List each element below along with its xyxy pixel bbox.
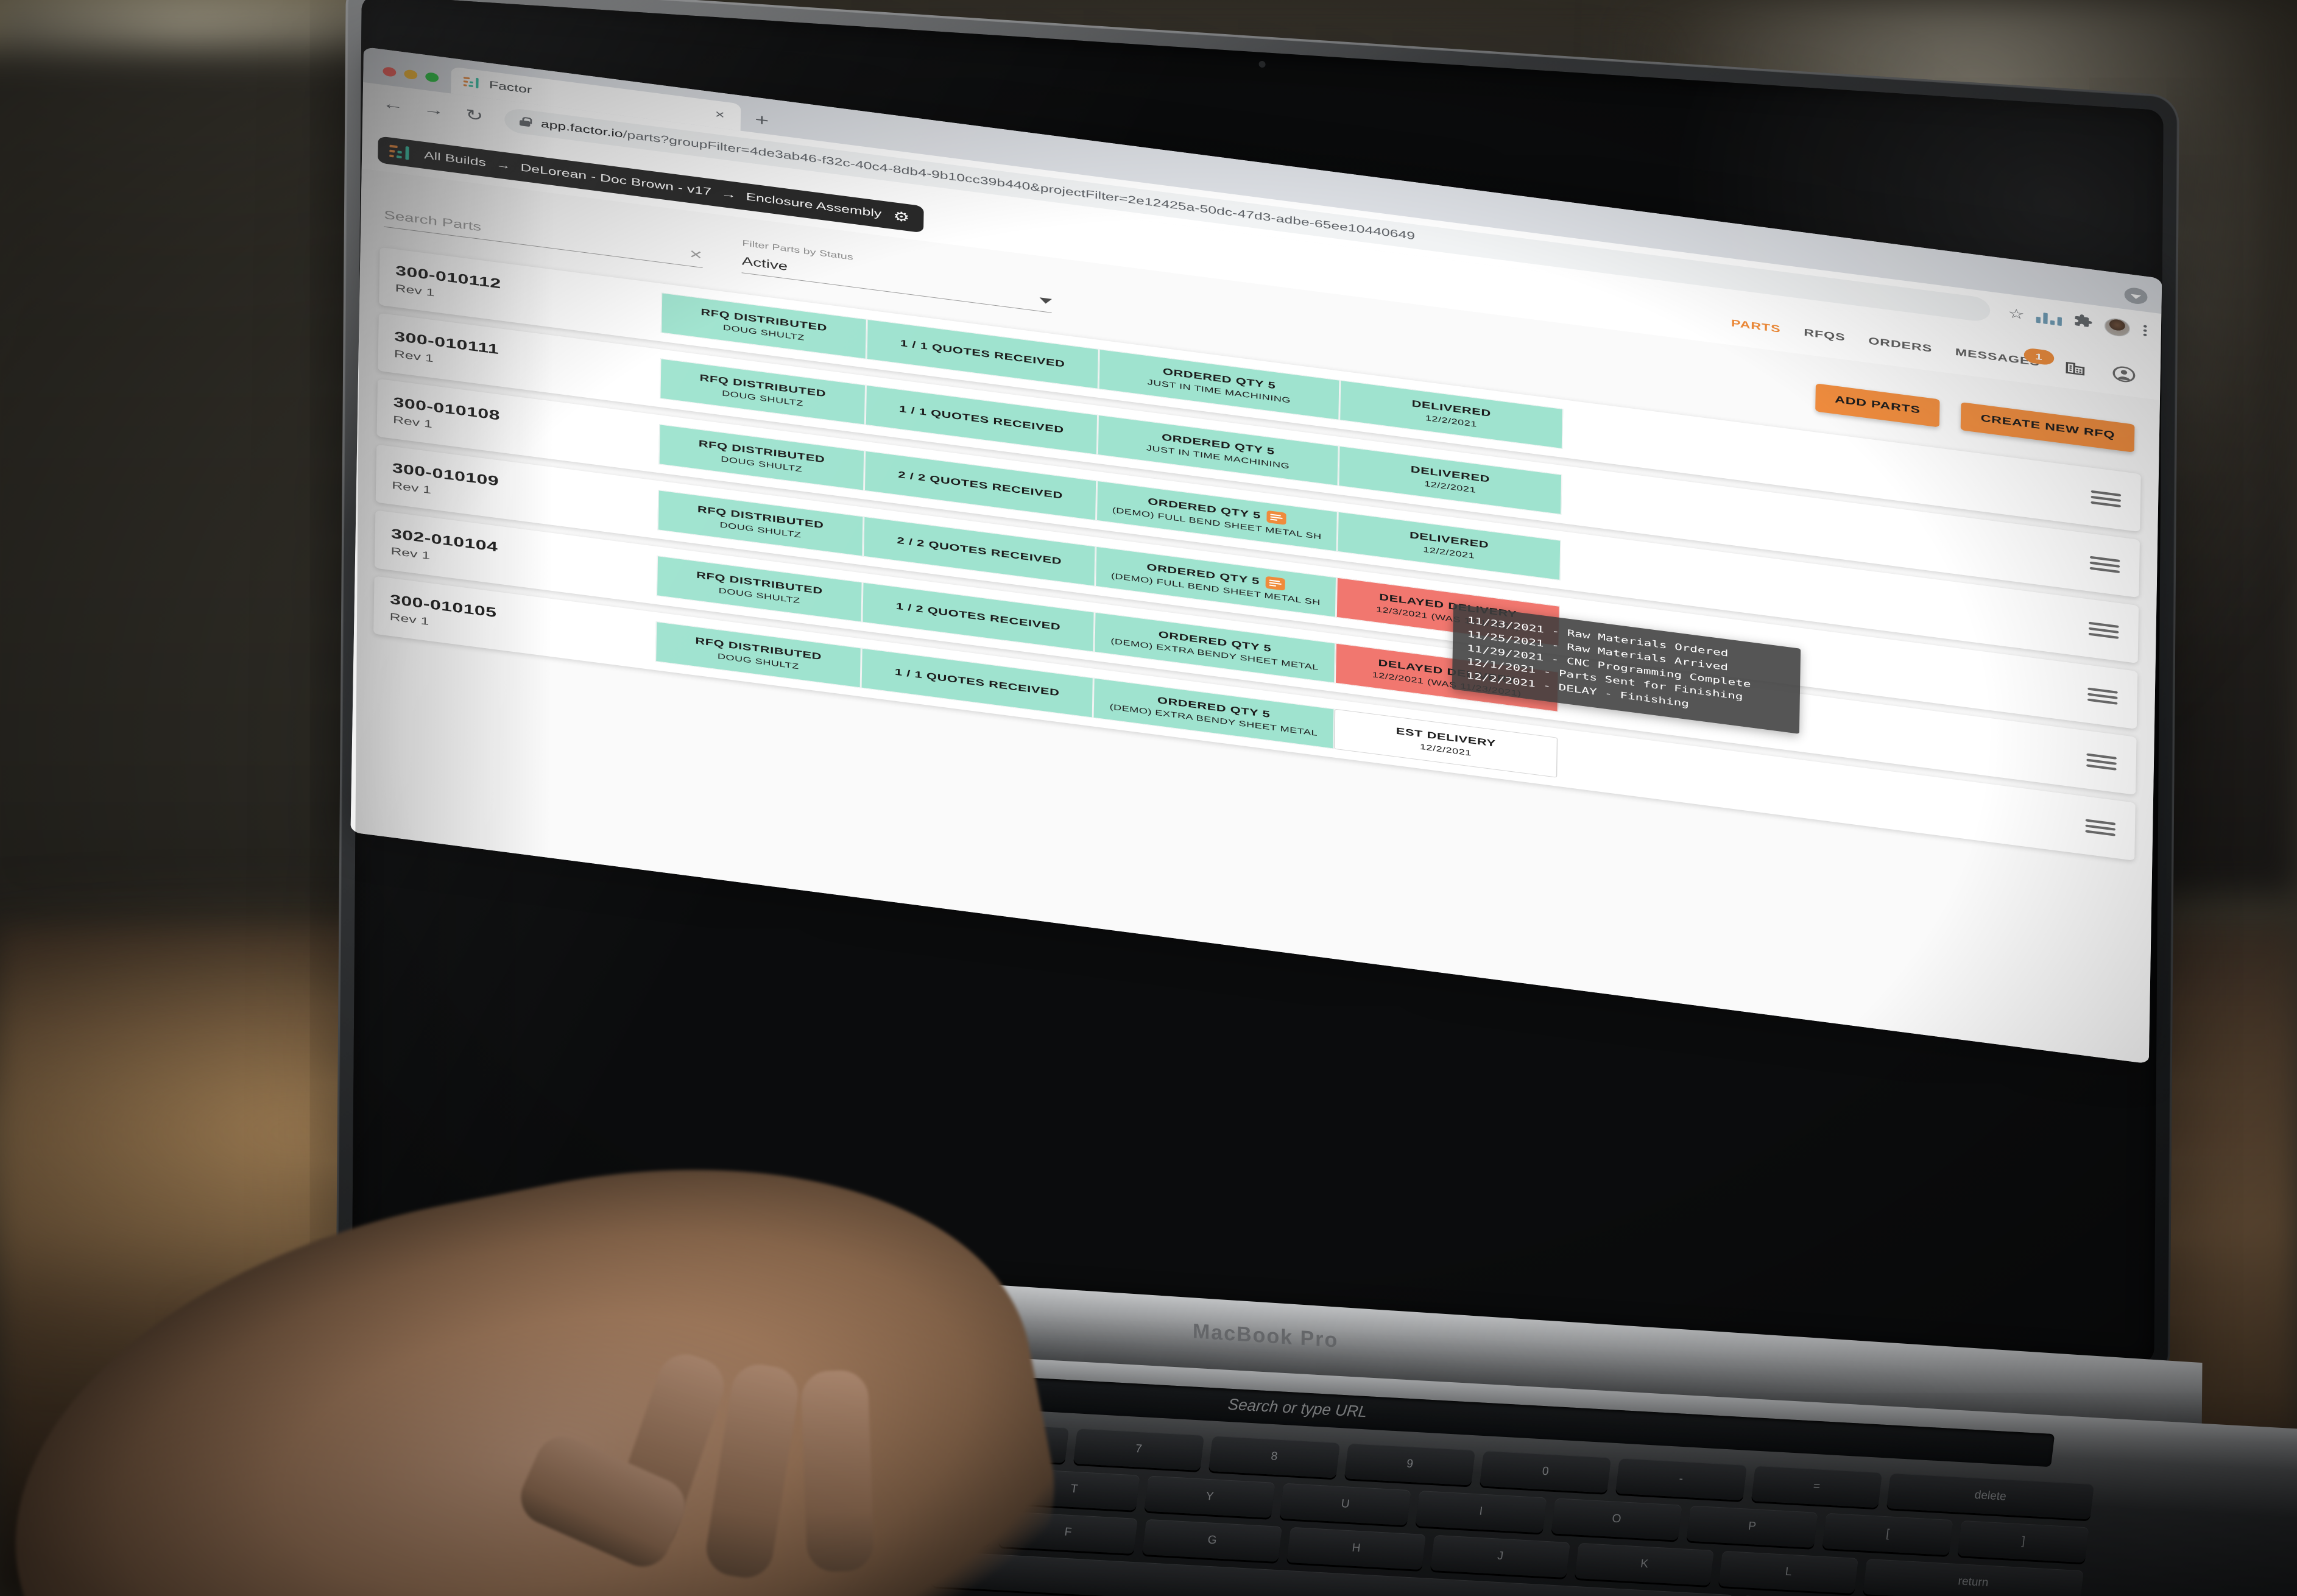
- webcam-icon: [1258, 60, 1266, 68]
- row-menu-icon[interactable]: [2087, 687, 2118, 705]
- key[interactable]: ]: [1957, 1520, 2089, 1563]
- part-identity: 302-010104 Rev 1: [390, 525, 657, 591]
- key[interactable]: I: [1415, 1490, 1547, 1533]
- chip-order-status[interactable]: ORDERED QTY 5 (DEMO) EXTRA BENDY SHEET ME…: [1093, 677, 1335, 749]
- laptop: Factor × + ← → ↻ app.factor.io/parts?gro…: [0, 0, 2297, 1596]
- close-tab-icon[interactable]: ×: [711, 107, 729, 123]
- key[interactable]: P: [1686, 1505, 1818, 1548]
- profile-avatar[interactable]: [2104, 316, 2131, 338]
- chip-delivery-title: DELIVERED: [1411, 398, 1491, 419]
- key[interactable]: G: [1142, 1519, 1282, 1562]
- chip-delivery-title: DELIVERED: [1409, 529, 1489, 551]
- chip-quotes-title: 1 / 1 QUOTES RECEIVED: [900, 337, 1065, 370]
- key[interactable]: =: [1751, 1465, 1883, 1508]
- part-identity: 300-010109 Rev 1: [392, 459, 658, 525]
- row-menu-icon[interactable]: [2086, 752, 2117, 771]
- chip-delivery-title: DELIVERED: [1410, 464, 1491, 485]
- company-building-icon[interactable]: [2062, 358, 2087, 378]
- chip-rfq-status[interactable]: RFQ DISTRIBUTED DOUG SHULTZ: [655, 621, 862, 688]
- chip-rfq-status[interactable]: RFQ DISTRIBUTED DOUG SHULTZ: [658, 423, 865, 491]
- key[interactable]: L: [1718, 1550, 1858, 1594]
- minimize-window-icon[interactable]: [404, 69, 418, 80]
- maximize-window-icon[interactable]: [425, 71, 439, 83]
- window-menu-icon[interactable]: [2124, 286, 2148, 306]
- photo-scene: Factor × + ← → ↻ app.factor.io/parts?gro…: [0, 0, 2297, 1596]
- search-placeholder: Search Parts: [384, 208, 482, 234]
- key[interactable]: 7: [1073, 1428, 1205, 1471]
- url-host: app.factor.io: [540, 118, 623, 140]
- add-parts-button[interactable]: ADD PARTS: [1815, 383, 1941, 428]
- chip-quotes-title: 2 / 2 QUOTES RECEIVED: [897, 535, 1062, 567]
- breadcrumb-item-all-builds[interactable]: All Builds: [424, 149, 486, 169]
- chip-order-status[interactable]: ORDERED QTY 5 (DEMO) FULL BEND SHEET META…: [1095, 546, 1337, 618]
- key[interactable]: K: [1574, 1542, 1715, 1586]
- row-menu-icon[interactable]: [2089, 556, 2120, 573]
- key[interactable]: 9: [1344, 1443, 1476, 1486]
- note-icon[interactable]: [1265, 576, 1286, 591]
- key[interactable]: 8: [1208, 1435, 1340, 1478]
- nav-item-orders[interactable]: ORDERS: [1868, 336, 1932, 355]
- row-menu-icon[interactable]: [2085, 818, 2116, 836]
- key[interactable]: Y: [1144, 1475, 1276, 1518]
- factor-favicon: [462, 76, 480, 90]
- breadcrumb-item-assembly[interactable]: Enclosure Assembly: [746, 191, 881, 221]
- chip-delivery-status[interactable]: DELIVERED 12/2/2021: [1337, 511, 1561, 581]
- part-identity: 300-010108 Rev 1: [393, 394, 659, 460]
- part-identity: 300-010111 Rev 1: [394, 328, 660, 394]
- key[interactable]: -: [1615, 1458, 1747, 1501]
- browser-menu-icon[interactable]: [2142, 325, 2149, 337]
- reload-button[interactable]: ↻: [456, 101, 492, 130]
- key[interactable]: O: [1551, 1498, 1682, 1541]
- nav-item-messages[interactable]: MESSAGES 1: [1955, 347, 2055, 369]
- chip-rfq-status[interactable]: RFQ DISTRIBUTED DOUG SHULTZ: [660, 292, 867, 359]
- chip-order-status[interactable]: ORDERED QTY 5 (DEMO) FULL BEND SHEET META…: [1096, 480, 1338, 552]
- part-identity: 300-010105 Rev 1: [390, 591, 656, 657]
- chip-order-status[interactable]: ORDERED QTY 5 (DEMO) EXTRA BENDY SHEET ME…: [1093, 612, 1336, 683]
- key[interactable]: H: [1286, 1527, 1427, 1570]
- extensions-puzzle-icon[interactable]: [2073, 313, 2093, 333]
- row-menu-icon[interactable]: [2091, 490, 2122, 507]
- create-new-rfq-button[interactable]: CREATE NEW RFQ: [1961, 402, 2135, 453]
- key[interactable]: 0: [1480, 1450, 1611, 1493]
- factor-logo-icon: [389, 143, 412, 161]
- chip-rfq-status[interactable]: RFQ DISTRIBUTED DOUG SHULTZ: [659, 358, 866, 425]
- chip-quotes-status[interactable]: 1 / 1 QUOTES RECEIVED: [861, 648, 1094, 718]
- chip-quotes-status[interactable]: 1 / 1 QUOTES RECEIVED: [865, 384, 1098, 455]
- row-menu-icon[interactable]: [2088, 621, 2119, 639]
- breadcrumb-arrow-icon: →: [495, 158, 511, 172]
- key[interactable]: J: [1430, 1534, 1570, 1578]
- chip-delivery-status[interactable]: DELIVERED 12/2/2021: [1338, 445, 1562, 515]
- chip-order-status[interactable]: ORDERED QTY 5 JUST IN TIME MACHINING: [1097, 414, 1339, 486]
- back-button[interactable]: ←: [375, 90, 411, 119]
- note-icon[interactable]: [1266, 510, 1286, 525]
- forward-button[interactable]: →: [416, 96, 452, 124]
- chip-quotes-title: 1 / 1 QUOTES RECEIVED: [894, 666, 1060, 699]
- chip-quotes-status[interactable]: 2 / 2 QUOTES RECEIVED: [864, 450, 1097, 521]
- chip-quotes-title: 1 / 1 QUOTES RECEIVED: [899, 403, 1064, 436]
- gear-icon[interactable]: ⚙: [893, 208, 910, 226]
- key[interactable]: U: [1279, 1483, 1411, 1526]
- key[interactable]: [: [1822, 1513, 1953, 1556]
- chip-rfq-status[interactable]: RFQ DISTRIBUTED DOUG SHULTZ: [656, 555, 863, 623]
- devtools-bars-icon[interactable]: [2036, 311, 2062, 327]
- finger: [800, 1369, 875, 1573]
- breadcrumb-arrow-icon-2: →: [721, 187, 736, 201]
- chip-rfq-status[interactable]: RFQ DISTRIBUTED DOUG SHULTZ: [657, 489, 864, 557]
- chip-quotes-title: 2 / 2 QUOTES RECEIVED: [898, 469, 1063, 501]
- status-filter-value: Active: [741, 255, 788, 274]
- close-window-icon[interactable]: [383, 66, 397, 77]
- chip-quotes-status[interactable]: 1 / 2 QUOTES RECEIVED: [861, 582, 1095, 652]
- chevron-down-icon[interactable]: [1039, 297, 1052, 305]
- key-return[interactable]: return: [1862, 1558, 2084, 1596]
- nav-item-rfqs[interactable]: RFQS: [1804, 328, 1845, 344]
- bookmark-star-icon[interactable]: ☆: [2008, 305, 2025, 323]
- nav-item-parts[interactable]: PARTS: [1731, 318, 1781, 335]
- chip-quotes-title: 1 / 2 QUOTES RECEIVED: [895, 601, 1061, 633]
- user-account-icon[interactable]: [2111, 364, 2137, 386]
- chip-delivery-status[interactable]: EST DELIVERY 12/2/2021: [1333, 708, 1558, 778]
- chip-quotes-status[interactable]: 2 / 2 QUOTES RECEIVED: [863, 516, 1096, 587]
- lock-icon: [518, 116, 531, 128]
- clear-search-icon[interactable]: ✕: [689, 247, 704, 263]
